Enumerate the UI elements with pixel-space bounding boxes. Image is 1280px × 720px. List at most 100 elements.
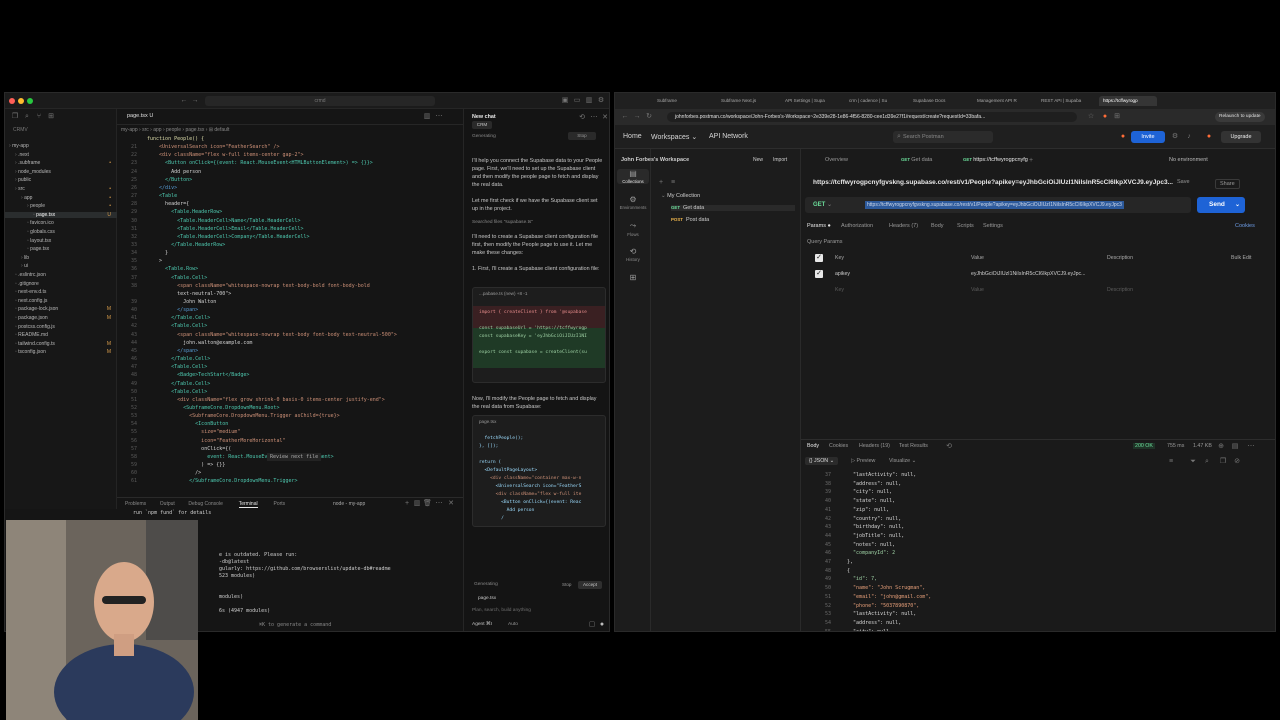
add-icon[interactable]: + [657,179,665,187]
folder-item[interactable]: › people • [5,203,117,209]
param-checkbox[interactable]: ✓ [815,270,823,278]
rail-configure[interactable]: ⊞ [617,273,649,283]
save-button[interactable]: Save [1177,179,1190,185]
code-diff-block[interactable]: ...pabase.ts (new) +8 -1 import { create… [472,287,606,383]
terminal-instance[interactable]: node - my-app [333,501,365,507]
param-tab[interactable]: Settings [983,223,1003,229]
request-tab[interactable]: GET https://tcffwyrogpcnyfg [963,157,1028,163]
extension-icon[interactable]: ● [1101,113,1109,121]
rail-environments[interactable]: ⚙ Environments [617,195,649,210]
response-tab[interactable]: Body [807,443,819,449]
layout-icon[interactable]: ▣ [561,97,569,105]
method-select[interactable]: GET ⌄ [805,197,861,213]
browser-tab[interactable]: Subframe Next.js [715,96,773,106]
split-editor-icon[interactable]: ▥ [423,113,431,121]
trash-icon[interactable]: 🗑 [423,500,432,508]
bell-icon[interactable]: ♪ [1185,133,1193,141]
nav-workspaces[interactable]: Workspaces ⌄ [651,133,697,141]
folder-item[interactable]: › public [5,177,117,183]
file-item[interactable]: ▫ favicon.ico [5,220,117,226]
more-icon[interactable]: ⋯ [590,114,598,122]
reload-icon[interactable]: ↻ [645,113,653,121]
gear-icon[interactable]: ⚙ [1171,133,1179,141]
close-icon[interactable]: ✕ [601,114,609,122]
back-arrow-icon[interactable]: ← [180,97,188,105]
agent-mode-select[interactable]: Agent ⌘I [472,621,512,629]
panel-tab-output[interactable]: Output [160,501,175,507]
rail-history[interactable]: ⟲ History [617,247,649,262]
files-icon[interactable]: ❐ [11,113,19,121]
param-value[interactable]: eyJhbGciOiJIUzI1NiIsInR5cCI6IkpXVCJ9.eyJ… [971,267,1085,281]
stop-button-2[interactable]: Stop [562,581,574,589]
folder-item[interactable]: › my-app [5,143,117,149]
stop-button[interactable]: Stop [568,132,596,140]
browser-tab[interactable]: https://tcffwyrogp [1099,96,1157,106]
folder-item[interactable]: › lib [5,255,117,261]
browser-tab[interactable]: API Settings | Supa [779,96,837,106]
image-icon[interactable]: ▢ [588,621,596,629]
response-tab[interactable]: Test Results [899,443,928,449]
panel-tab-ports[interactable]: Ports [274,501,286,507]
select-all-checkbox[interactable]: ✓ [815,254,823,262]
file-item[interactable]: ▫ globals.css [5,229,117,235]
context-chip[interactable]: CRM [472,121,492,129]
panel-tab-terminal[interactable]: Terminal [238,501,258,508]
accept-button[interactable]: Accept [578,581,602,589]
param-tab[interactable]: Body [931,223,944,229]
request-item[interactable]: POST Post data [671,217,709,223]
format-select[interactable]: {} JSON ⌄ [805,457,839,465]
folder-item[interactable]: › ui [5,263,117,269]
rail-flows[interactable]: ⤳ Flows [617,221,649,237]
panel-tab-problems[interactable]: Problems [125,501,146,507]
file-item[interactable]: ▫ package-lock.json M [5,306,117,312]
file-item[interactable]: ▫ tailwind.config.ts M [5,341,117,347]
nav-api-network[interactable]: API Network [709,133,748,140]
cookies-link[interactable]: Cookies [1235,223,1255,229]
close-window-button[interactable] [9,98,15,104]
browser-tab[interactable]: crm | cadence | Su [843,96,901,106]
folder-item[interactable]: › .next [5,152,117,158]
tab-page-tsx[interactable]: page.tsx U [127,113,153,119]
copy-icon[interactable]: ❐ [1219,458,1227,466]
model-select[interactable]: Auto [508,621,528,629]
more-icon[interactable]: ⋯ [435,113,443,121]
file-item[interactable]: ▫ page.tsx [5,246,117,252]
nav-home[interactable]: Home [623,133,642,140]
search-input[interactable]: Search Postman [893,131,993,143]
browser-tab[interactable]: Subframe [651,96,709,106]
file-item[interactable]: ▫ README.md [5,332,117,338]
star-icon[interactable]: ☆ [1087,113,1095,121]
filter-icon[interactable]: ⏷ [1189,458,1197,466]
code-block-page[interactable]: page.tsx fetchPeople();}, []); return ( <… [472,415,606,527]
request-tab[interactable]: Overview [825,157,848,163]
visualize-button[interactable]: Visualize ⌄ [889,458,916,464]
folder-item[interactable]: › src • [5,186,117,192]
add-terminal-icon[interactable]: + [403,500,411,508]
relaunch-button[interactable]: Relaunch to update [1215,112,1265,122]
panel-tab-debug-console[interactable]: Debug Console [188,501,222,507]
command-search-input[interactable]: crmd [205,96,435,106]
browser-tab[interactable]: Management API R [971,96,1029,106]
folder-item[interactable]: › node_modules [5,169,117,175]
rail-collections[interactable]: ▤ Collections [617,169,649,184]
avatar[interactable]: ● [1205,133,1213,141]
search-icon[interactable]: ⌕ [23,113,31,121]
wrap-icon[interactable]: ≡ [1167,458,1175,466]
share-button[interactable]: Share [1215,179,1240,189]
import-button[interactable]: Import [773,157,787,163]
send-icon[interactable]: ● [598,621,606,629]
more-icon[interactable]: ⋯ [1247,443,1255,451]
file-item[interactable]: ▫ next-env.d.ts [5,289,117,295]
file-item[interactable]: ▫ .eslintrc.json [5,272,117,278]
forward-arrow-icon[interactable]: → [191,97,199,105]
extensions-icon[interactable]: ⊞ [1113,113,1121,121]
minimize-window-button[interactable] [18,98,24,104]
file-item[interactable]: ▫ tsconfig.json M [5,349,117,355]
panel-icon[interactable]: ▭ [573,97,581,105]
attached-file[interactable]: page.tsx [478,595,609,603]
close-icon[interactable]: ✕ [447,500,455,508]
zoom-window-button[interactable] [27,98,33,104]
file-item[interactable]: ▫ package.json M [5,315,117,321]
clear-icon[interactable]: ⊘ [1233,458,1241,466]
folder-item[interactable]: › .subframe • [5,160,117,166]
